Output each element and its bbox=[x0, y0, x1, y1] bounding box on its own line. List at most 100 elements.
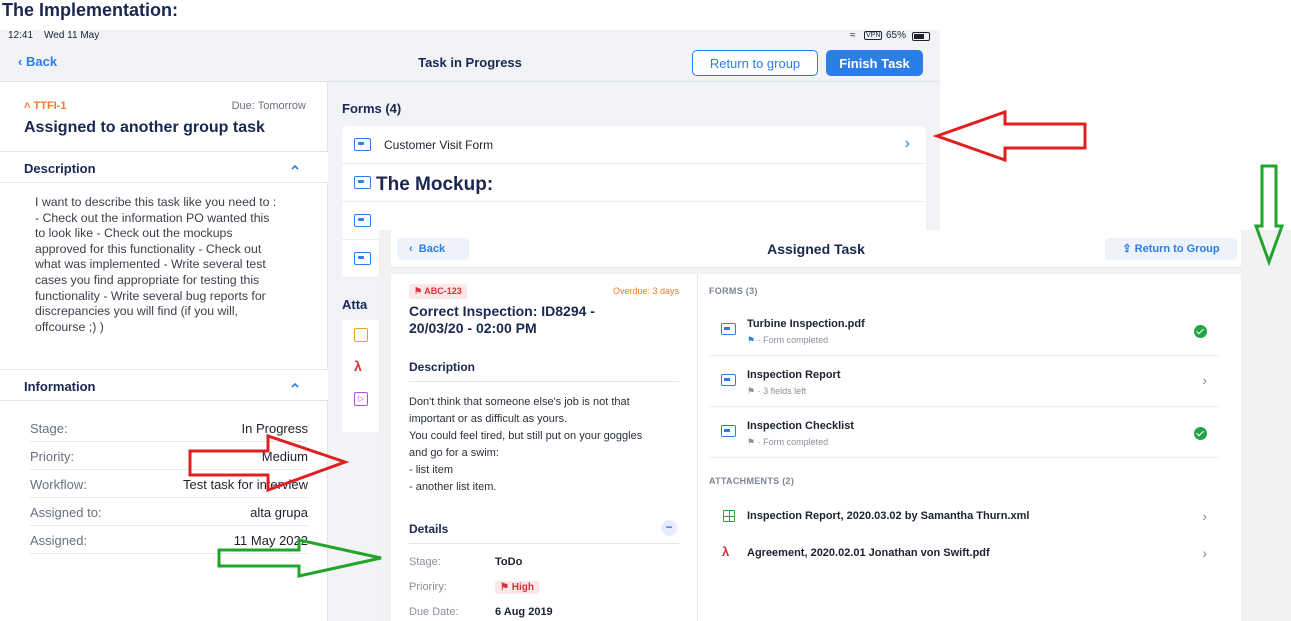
form-row[interactable]: Inspection Report ⚑ · 3 fields left › bbox=[709, 357, 1219, 407]
chevron-right-icon: › bbox=[1202, 545, 1207, 561]
pdf-icon: λ bbox=[722, 544, 730, 559]
comment-icon: ⚑ · bbox=[747, 437, 764, 447]
return-to-group-button[interactable]: ⇪ Return to Group bbox=[1105, 238, 1237, 260]
details-header: Details bbox=[409, 522, 449, 536]
description-line: what was implemented - Write several tes… bbox=[35, 257, 266, 272]
detail-label: Prioriry: bbox=[409, 581, 447, 593]
form-name: Turbine Inspection.pdf bbox=[747, 318, 865, 330]
status-time: 12:41 bbox=[8, 30, 34, 41]
mockup-nav-bar: ‹ Back Assigned Task ⇪ Return to Group bbox=[391, 230, 1241, 268]
battery-icon bbox=[912, 32, 930, 41]
green-arrow-right bbox=[217, 538, 382, 578]
comment-icon: ⚑ · bbox=[747, 335, 764, 345]
information-header: Information bbox=[24, 379, 96, 394]
description-text: Don't think that someone else's job is n… bbox=[409, 394, 685, 496]
return-icon: ⇪ bbox=[1122, 243, 1132, 255]
status-bar: 12:41 Wed 11 May ≈ VPN 65% bbox=[0, 30, 940, 44]
description-line: and go for a swim: bbox=[409, 447, 499, 459]
info-label: Stage: bbox=[30, 421, 68, 436]
details-section-header[interactable]: Details − bbox=[409, 520, 679, 544]
attachment-row[interactable]: λ Agreement, 2020.02.01 Jonathan von Swif… bbox=[709, 537, 1219, 574]
form-row[interactable]: Inspection Checklist ⚑ · Form completed bbox=[709, 408, 1219, 458]
form-status: ⚑ · 3 fields left bbox=[747, 386, 807, 396]
description-line: Don't think that someone else's job is n… bbox=[409, 396, 630, 408]
detail-value: 6 Aug 2019 bbox=[495, 606, 553, 618]
description-line: approved for this functionality - Check … bbox=[35, 241, 262, 256]
finish-task-button[interactable]: Finish Task bbox=[826, 50, 923, 76]
pdf-icon[interactable]: λ bbox=[354, 358, 362, 374]
task-id-badge: ˄ TTFI-1 bbox=[24, 100, 67, 112]
mockup-screen: ‹ Back Assigned Task ⇪ Return to Group ⚑… bbox=[379, 230, 1291, 621]
info-label: Workflow: bbox=[30, 477, 87, 492]
due-label: Due: Tomorrow bbox=[231, 100, 306, 112]
return-to-group-button[interactable]: Return to group bbox=[692, 50, 818, 76]
attachment-name: Agreement, 2020.02.01 Jonathan von Swift… bbox=[747, 547, 990, 559]
information-section-header[interactable]: Information bbox=[0, 369, 328, 401]
form-row-customer-visit[interactable]: Customer Visit Form › bbox=[342, 126, 926, 164]
mockup-details-panel: ⚑ ABC-123 Overdue: 3 days Correct Inspec… bbox=[391, 274, 697, 621]
chevron-right-icon: › bbox=[904, 135, 910, 152]
collapse-icon[interactable]: − bbox=[661, 520, 677, 536]
chevron-up-icon bbox=[291, 164, 299, 170]
status-date: Wed 11 May bbox=[44, 30, 100, 41]
description-header: Description bbox=[409, 360, 679, 382]
form-row[interactable]: Turbine Inspection.pdf ⚑ · Form completed bbox=[709, 306, 1219, 356]
form-icon bbox=[721, 425, 736, 437]
form-name: Customer Visit Form bbox=[384, 138, 494, 152]
description-line: cases you find appropriate for testing t… bbox=[35, 272, 260, 287]
task-id-badge: ⚑ ABC-123 bbox=[409, 284, 467, 299]
form-icon bbox=[354, 176, 371, 189]
description-text: I want to describe this task like you ne… bbox=[35, 195, 310, 335]
attachments-header-partial: Atta bbox=[342, 297, 368, 312]
chevron-up-icon: ˄ bbox=[24, 100, 31, 112]
description-line: I want to describe this task like you ne… bbox=[35, 195, 277, 209]
battery-percent: 65% bbox=[886, 30, 907, 41]
flag-icon: ⚑ bbox=[414, 286, 423, 296]
form-icon bbox=[354, 252, 371, 265]
check-circle-icon bbox=[1194, 427, 1207, 440]
comment-icon: ⚑ · bbox=[747, 386, 764, 396]
info-label: Assigned to: bbox=[30, 505, 102, 520]
overdue-label: Overdue: 3 days bbox=[612, 286, 679, 296]
description-line: - list item bbox=[409, 464, 453, 476]
chevron-up-icon bbox=[291, 382, 299, 388]
video-icon[interactable]: ▷ bbox=[354, 392, 368, 406]
info-label: Assigned: bbox=[30, 533, 88, 548]
form-name: Inspection Report bbox=[747, 369, 841, 381]
description-line: discrepancies you will find (if you will… bbox=[35, 304, 238, 319]
detail-value: ToDo bbox=[495, 556, 523, 568]
detail-label: Stage: bbox=[409, 556, 441, 568]
description-line: functionality - Write several bug report… bbox=[35, 288, 266, 303]
description-line: offcourse ;) ) bbox=[35, 319, 104, 334]
form-icon bbox=[354, 214, 371, 227]
description-header: Description bbox=[24, 161, 96, 176]
attachments-list: λ ▷ bbox=[342, 320, 382, 432]
detail-row: Stage: ToDo bbox=[409, 550, 671, 575]
chevron-right-icon: › bbox=[1202, 372, 1207, 388]
form-icon bbox=[721, 374, 736, 386]
green-arrow-down bbox=[1253, 164, 1285, 267]
check-circle-icon bbox=[1194, 325, 1207, 338]
description-section-header[interactable]: Description bbox=[0, 151, 328, 183]
flag-icon: ⚑ bbox=[500, 582, 512, 593]
image-icon[interactable] bbox=[354, 328, 368, 342]
mockup-heading: The Mockup: bbox=[372, 174, 498, 196]
task-title: Assigned to another group task bbox=[24, 119, 265, 136]
info-row-assignedto: Assigned to: alta grupa bbox=[30, 498, 308, 526]
detail-row: Prioriry: ⚑ High bbox=[409, 575, 671, 600]
description-line: important or as difficult as yours. bbox=[409, 413, 568, 425]
description-line: - another list item. bbox=[409, 481, 497, 493]
implementation-heading: The Implementation: bbox=[2, 0, 179, 20]
detail-row: Due Date: 6 Aug 2019 bbox=[409, 600, 671, 621]
attachment-row[interactable]: Inspection Report, 2020.03.02 by Samanth… bbox=[709, 500, 1219, 537]
form-name: Inspection Checklist bbox=[747, 420, 854, 432]
spreadsheet-icon bbox=[723, 510, 735, 522]
attachment-name: Inspection Report, 2020.03.02 by Samanth… bbox=[747, 510, 1030, 522]
form-status: ⚑ · Form completed bbox=[747, 437, 829, 447]
form-icon bbox=[354, 138, 371, 151]
info-label: Priority: bbox=[30, 449, 75, 464]
forms-header: Forms (4) bbox=[342, 101, 402, 116]
red-arrow-right bbox=[188, 433, 350, 493]
forms-header: FORMS (3) bbox=[709, 286, 758, 296]
chevron-right-icon: › bbox=[1202, 508, 1207, 524]
